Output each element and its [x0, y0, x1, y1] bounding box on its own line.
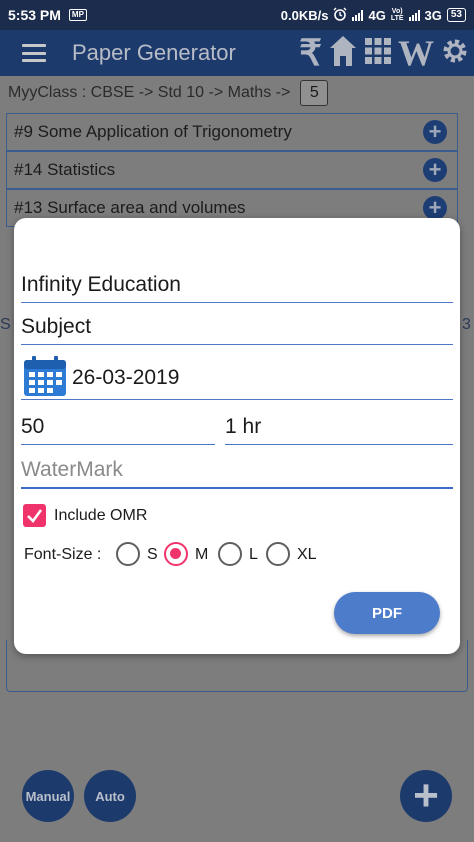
font-size-option-xl: XL — [297, 546, 317, 563]
logo-icon[interactable]: W — [398, 33, 434, 73]
settings-icon[interactable] — [440, 34, 470, 73]
app-title: Paper Generator — [72, 40, 236, 65]
include-omr-label: Include OMR — [54, 507, 148, 524]
font-size-radio-m[interactable] — [164, 542, 188, 566]
network-speed: 0.0KB/s — [280, 7, 329, 23]
signal-icon-2 — [408, 9, 420, 21]
institute-name-field[interactable]: Infinity Education — [21, 273, 453, 303]
home-icon[interactable] — [328, 32, 358, 75]
font-size-radio-l[interactable] — [218, 542, 242, 566]
app-bar: Paper Generator ₹ W — [0, 30, 474, 76]
date-underline — [21, 399, 453, 400]
rupee-icon[interactable]: ₹ — [299, 33, 322, 73]
duration-field[interactable]: 1 hr — [225, 415, 453, 445]
add-chapter-icon[interactable]: + — [423, 120, 447, 144]
chapter-label: #9 Some Application of Trigonometry — [14, 122, 292, 141]
chapter-row[interactable]: #9 Some Application of Trigonometry + — [6, 113, 458, 151]
grid-icon[interactable] — [364, 37, 392, 70]
marks-field[interactable]: 50 — [21, 415, 215, 445]
volte-bottom: LTE — [390, 15, 404, 22]
page-number-field[interactable]: 5 — [300, 80, 329, 106]
background-fragment-right: 3 — [462, 316, 471, 333]
volte-top: Vo) — [391, 8, 403, 15]
font-size-label: Font-Size : — [24, 546, 102, 563]
breadcrumb-text: MyyClass : CBSE -> Std 10 -> Maths -> — [8, 84, 291, 101]
calendar-icon[interactable] — [23, 355, 67, 397]
chapter-row[interactable]: #14 Statistics + — [6, 151, 458, 189]
breadcrumb: MyyClass : CBSE -> Std 10 -> Maths -> 5 — [8, 80, 329, 106]
font-size-option-l: L — [249, 546, 258, 563]
add-chapter-icon[interactable]: + — [423, 158, 447, 182]
add-chapter-icon[interactable]: + — [423, 196, 447, 220]
network-type-1: 4G — [368, 7, 386, 23]
watermark-input[interactable]: WaterMark — [21, 458, 453, 489]
background-fragment-left: S — [0, 316, 11, 333]
status-bar: 5:53 PM MP 0.0KB/s 4G Vo) LTE 3G 53 — [0, 0, 474, 30]
manual-button[interactable]: Manual — [22, 770, 74, 822]
volte-icon: Vo) LTE — [391, 8, 404, 22]
font-size-option-s: S — [147, 546, 158, 563]
battery-icon: 53 — [446, 8, 466, 22]
chapter-label: #13 Surface area and volumes — [14, 198, 246, 217]
include-omr-checkbox[interactable] — [23, 504, 46, 527]
auto-button[interactable]: Auto — [84, 770, 136, 822]
font-size-radio-s[interactable] — [116, 542, 140, 566]
notification-icon: MP — [68, 9, 87, 21]
menu-icon[interactable] — [22, 44, 46, 62]
font-size-option-m: M — [195, 546, 209, 563]
paper-settings-dialog: Infinity Education Subject 26-03-2019 50… — [14, 218, 460, 654]
alarm-icon — [333, 7, 347, 24]
check-icon — [27, 509, 43, 523]
status-time: 5:53 PM — [8, 7, 61, 23]
add-button[interactable]: + — [400, 770, 452, 822]
app-bar-actions: ₹ W — [299, 32, 474, 75]
signal-icon — [352, 9, 364, 21]
chapter-label: #14 Statistics — [14, 160, 116, 179]
subject-field[interactable]: Subject — [21, 315, 453, 345]
status-indicators: 0.0KB/s 4G Vo) LTE 3G 53 — [281, 7, 466, 24]
date-field[interactable]: 26-03-2019 — [72, 366, 179, 390]
network-type-2: 3G — [424, 7, 442, 23]
font-size-radio-xl[interactable] — [266, 542, 290, 566]
pdf-button[interactable]: PDF — [334, 592, 440, 634]
